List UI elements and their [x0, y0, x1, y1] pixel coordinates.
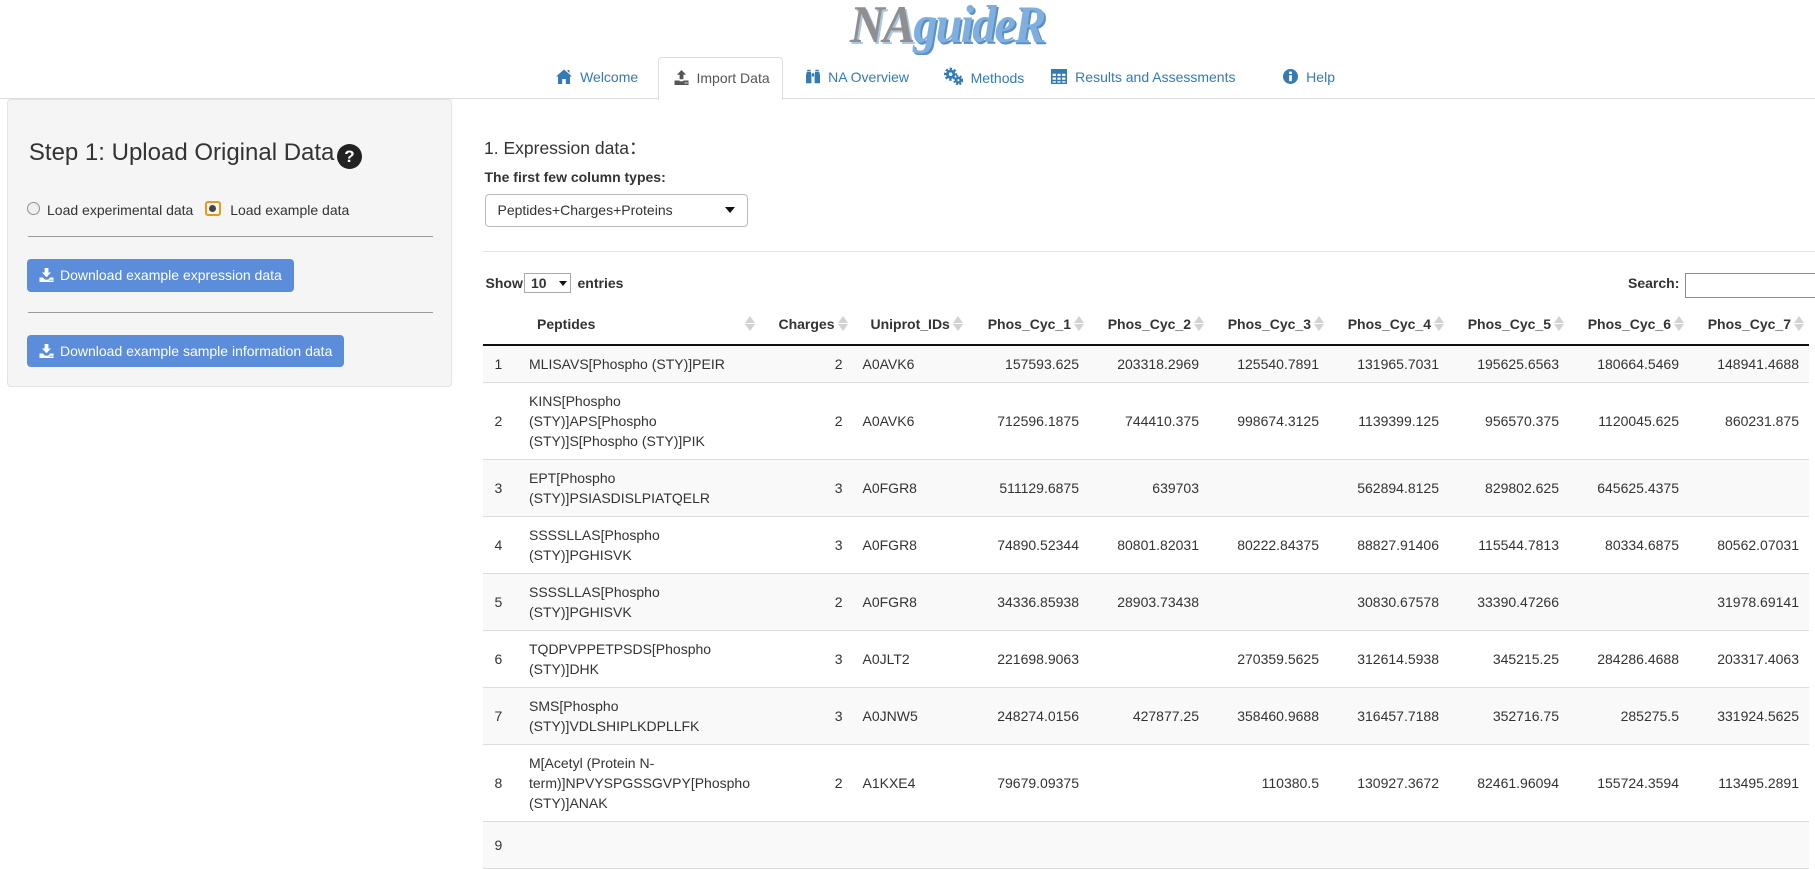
- svg-text:?: ?: [345, 147, 355, 166]
